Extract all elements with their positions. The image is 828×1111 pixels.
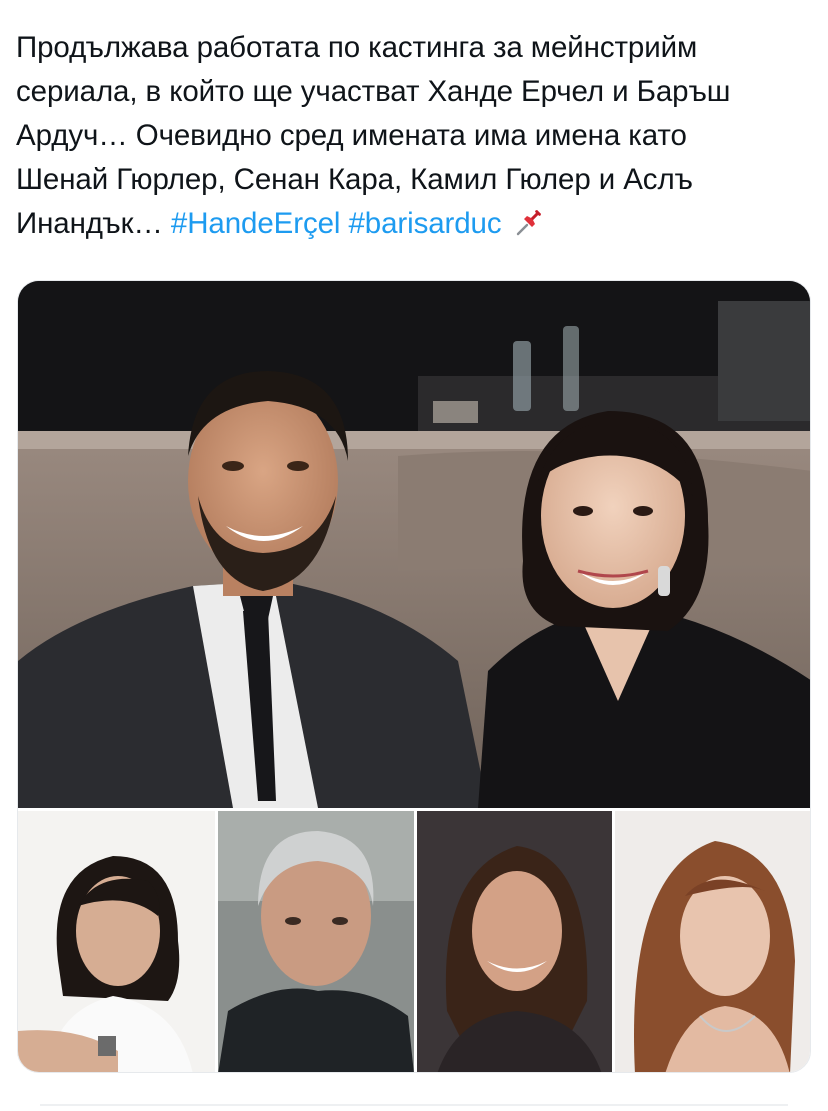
pushpin-icon (514, 206, 544, 236)
couple-photo[interactable] (18, 281, 810, 808)
tweet-line-1: Продължава работата по кастинга за мейнс… (16, 31, 698, 64)
woman-short-hair-photo[interactable] (18, 811, 215, 1072)
tweet-line-5: Инандък… #HandeErçel #barisarduc (16, 202, 812, 246)
man-grey-hair-photo[interactable] (218, 811, 414, 1072)
hashtag-hande-link[interactable]: #HandeErçel (171, 207, 341, 240)
hashtag-barisarduc-link[interactable]: #barisarduc (348, 207, 501, 240)
tweet-media[interactable] (17, 280, 811, 1073)
tweet-line-2: сериала, в който ще участват Ханде Ерчел… (16, 75, 731, 108)
woman-dark-hair-photo[interactable] (417, 811, 612, 1072)
woman-long-hair-photo[interactable] (615, 811, 810, 1072)
tweet-line-5-text: Инандък… (16, 207, 171, 240)
tweet-text: Продължава работата по кастинга за мейнс… (16, 26, 812, 246)
tweet-line-4: Шенай Гюрлер, Сенан Кара, Камил Гюлер и … (16, 163, 693, 196)
divider (40, 1104, 788, 1106)
tweet-line-3: Ардуч… Очевидно сред имената има имена к… (16, 119, 687, 152)
